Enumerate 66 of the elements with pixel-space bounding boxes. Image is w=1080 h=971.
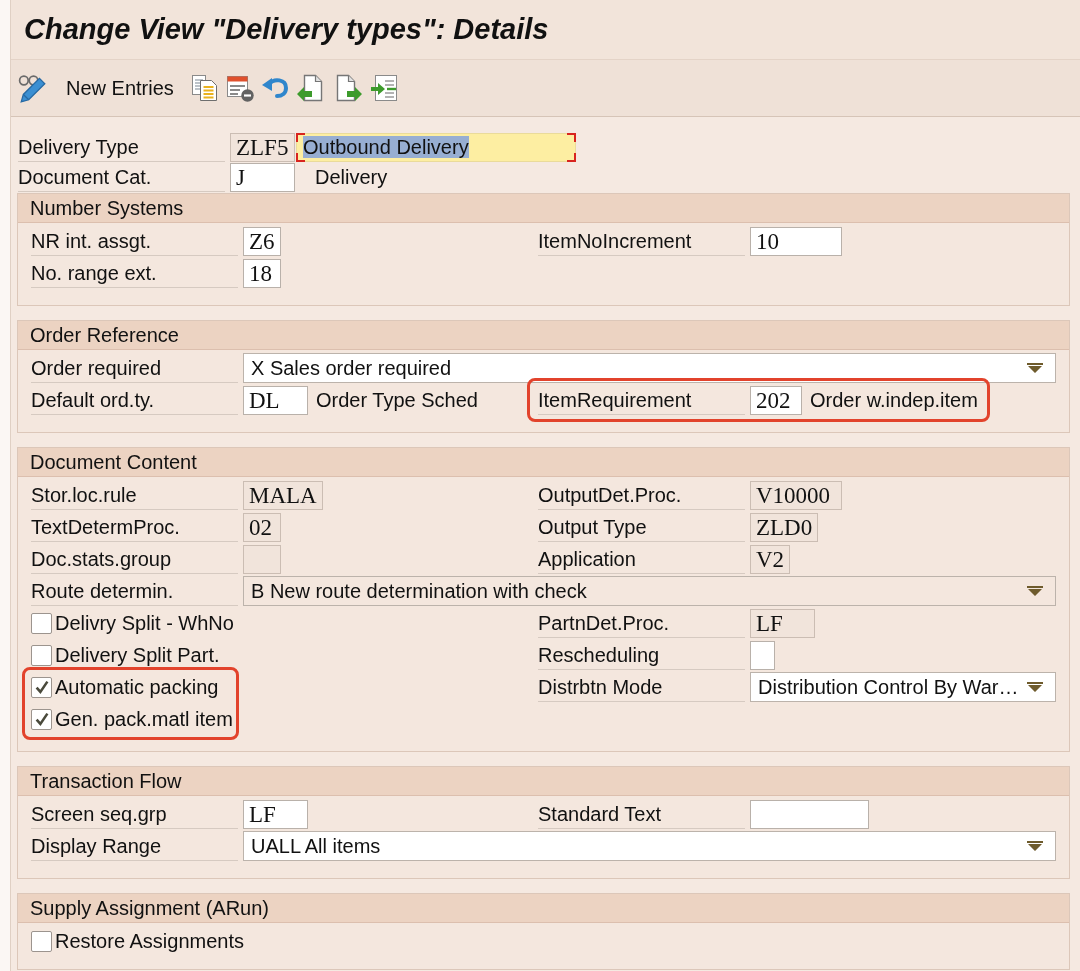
field-label: Delivery Type: [18, 132, 225, 162]
field-label: Standard Text: [538, 799, 745, 829]
field-label: Display Range: [31, 831, 238, 861]
selected-text: Outbound Delivery: [303, 135, 469, 158]
input-field[interactable]: 10: [750, 226, 842, 256]
dropdown[interactable]: UALL All items: [243, 831, 1056, 861]
field-description: Delivery: [315, 165, 388, 189]
input-field[interactable]: Z6: [243, 226, 281, 256]
checkbox-label: Delivery Split Part.: [55, 643, 220, 667]
caret-icon: [1027, 841, 1043, 851]
checkmark-icon: [34, 712, 49, 726]
group-title: Transaction Flow: [18, 767, 1069, 796]
checkmark-icon: [34, 680, 49, 694]
field-label: Stor.loc.rule: [31, 480, 238, 510]
group-title: Number Systems: [18, 194, 1069, 223]
checkbox-label: Automatic packing: [55, 675, 219, 699]
input-field[interactable]: [750, 640, 775, 670]
checkbox[interactable]: [31, 644, 52, 666]
checkbox-label: Delivry Split - WhNo: [55, 611, 234, 635]
table-minus-icon[interactable]: [225, 74, 254, 102]
new-entries-button[interactable]: New Entries: [66, 76, 174, 100]
input-field[interactable]: [750, 799, 869, 829]
checkbox[interactable]: [31, 676, 52, 698]
dropdown[interactable]: X Sales order required: [243, 353, 1056, 383]
page-left-arrow-icon[interactable]: [295, 74, 324, 102]
checkbox[interactable]: [31, 708, 52, 730]
group-title: Supply Assignment (ARun): [18, 894, 1069, 923]
dropdown[interactable]: Distribution Control By War…: [750, 672, 1056, 702]
glasses-pencil-icon[interactable]: [18, 73, 48, 103]
field-description: Order w.indep.item: [810, 388, 978, 412]
field-label: OutputDet.Proc.: [538, 480, 745, 510]
input-field[interactable]: 18: [243, 258, 281, 288]
input-field[interactable]: DL: [243, 385, 308, 415]
input-field[interactable]: 202: [750, 385, 802, 415]
field-label: Order required: [31, 353, 238, 383]
field-label: TextDetermProc.: [31, 512, 238, 542]
caret-icon: [1027, 682, 1043, 692]
checkbox[interactable]: [31, 930, 52, 952]
checkbox-label: Gen. pack.matl item: [55, 707, 233, 731]
page-right-arrow-icon[interactable]: [334, 74, 363, 102]
field-label: Route determin.: [31, 576, 238, 606]
caret-icon: [1027, 586, 1043, 596]
field-label: ItemNoIncrement: [538, 226, 745, 256]
field-label: No. range ext.: [31, 258, 238, 288]
field-label: Default ord.ty.: [31, 385, 238, 415]
checkbox[interactable]: [31, 612, 52, 634]
list-arrow-icon[interactable]: [369, 74, 398, 102]
input-field[interactable]: LF: [243, 799, 308, 829]
field-label: Output Type: [538, 512, 745, 542]
field-description: Order Type Sched: [316, 388, 478, 412]
copy-icon[interactable]: [190, 74, 219, 102]
field-label: ItemRequirement: [538, 385, 745, 415]
field-label: Document Cat.: [18, 162, 225, 192]
checkbox-label: Restore Assignments: [55, 929, 244, 953]
group-title: Document Content: [18, 448, 1069, 477]
field-label: NR int. assgt.: [31, 226, 238, 256]
field-label: Doc.stats.group: [31, 544, 238, 574]
group-title: Order Reference: [18, 321, 1069, 350]
input-field[interactable]: J: [230, 162, 295, 192]
window-title: Change View "Delivery types": Details: [11, 0, 1080, 60]
field-label: Screen seq.grp: [31, 799, 238, 829]
field-label: Distrbtn Mode: [538, 672, 745, 702]
caret-icon: [1027, 363, 1043, 373]
field-label: PartnDet.Proc.: [538, 608, 745, 638]
field-label: Application: [538, 544, 745, 574]
field-label: Rescheduling: [538, 640, 745, 670]
